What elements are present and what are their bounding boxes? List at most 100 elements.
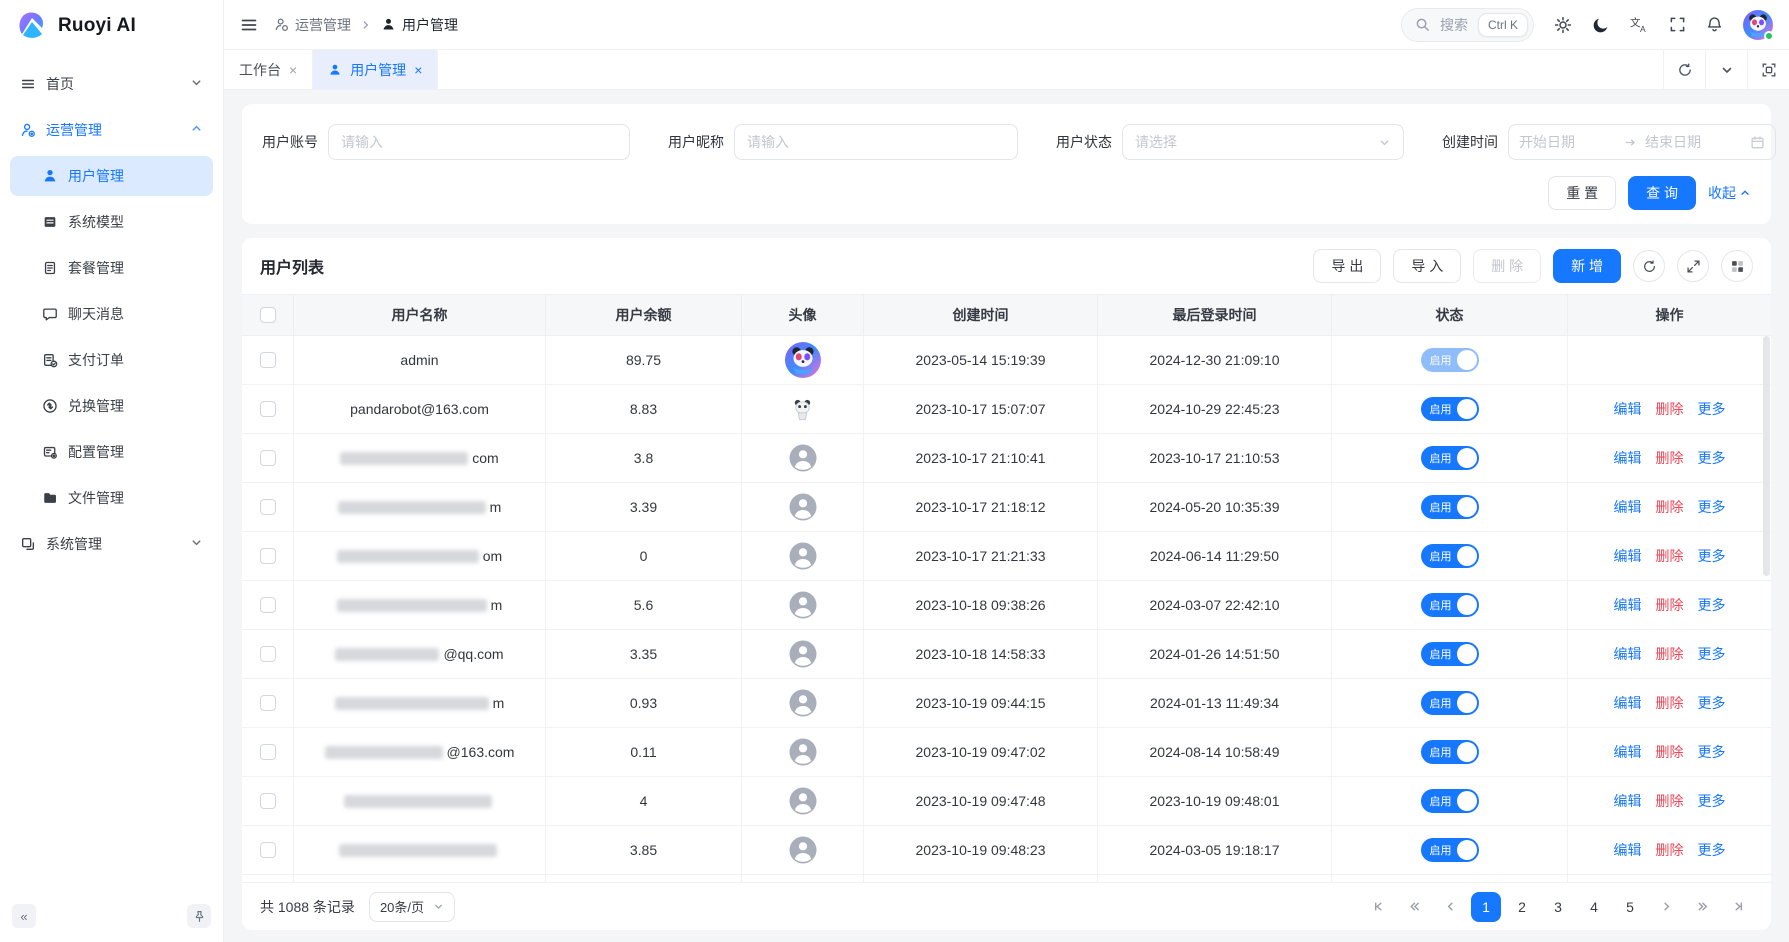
- row-checkbox[interactable]: [260, 793, 276, 809]
- edit-row-action[interactable]: 编辑: [1614, 791, 1642, 811]
- more-row-action[interactable]: 更多: [1698, 399, 1726, 419]
- status-toggle[interactable]: 启用: [1421, 495, 1479, 519]
- page-size-select[interactable]: 20条/页: [369, 892, 455, 922]
- row-checkbox[interactable]: [260, 646, 276, 662]
- scrollbar-thumb[interactable]: [1763, 336, 1770, 576]
- search-button[interactable]: 查 询: [1628, 176, 1696, 210]
- delete-row-action[interactable]: 删除: [1656, 693, 1684, 713]
- sidebar-item-system-model[interactable]: 系统模型: [10, 202, 213, 242]
- sidebar-item-user-management[interactable]: 用户管理: [10, 156, 213, 196]
- delete-row-action[interactable]: 删除: [1656, 595, 1684, 615]
- breadcrumb-item-operations[interactable]: 运营管理: [274, 15, 351, 35]
- more-row-action[interactable]: 更多: [1698, 448, 1726, 468]
- forward-five-pages-button[interactable]: [1687, 892, 1717, 922]
- notification-icon[interactable]: [1706, 16, 1723, 33]
- back-five-pages-button[interactable]: [1399, 892, 1429, 922]
- status-toggle[interactable]: 启用: [1421, 446, 1479, 470]
- more-row-action[interactable]: 更多: [1698, 497, 1726, 517]
- more-row-action[interactable]: 更多: [1698, 546, 1726, 566]
- delete-row-action[interactable]: 删除: [1656, 840, 1684, 860]
- status-toggle[interactable]: 启用: [1421, 740, 1479, 764]
- status-toggle[interactable]: 启用: [1421, 691, 1479, 715]
- status-toggle[interactable]: 启用: [1421, 397, 1479, 421]
- delete-row-action[interactable]: 删除: [1656, 644, 1684, 664]
- page-button-5[interactable]: 5: [1615, 892, 1645, 922]
- delete-button[interactable]: 删 除: [1473, 249, 1541, 283]
- row-checkbox[interactable]: [260, 401, 276, 417]
- delete-row-action[interactable]: 删除: [1656, 546, 1684, 566]
- page-button-3[interactable]: 3: [1543, 892, 1573, 922]
- refresh-table-icon[interactable]: [1633, 250, 1665, 282]
- status-toggle[interactable]: 启用: [1421, 593, 1479, 617]
- export-button[interactable]: 导 出: [1313, 249, 1381, 283]
- first-page-button[interactable]: [1363, 892, 1393, 922]
- tabs-dropdown-icon[interactable]: [1705, 50, 1747, 89]
- import-button[interactable]: 导 入: [1393, 249, 1461, 283]
- sidebar-item-file-management[interactable]: 文件管理: [10, 478, 213, 518]
- refresh-tab-icon[interactable]: [1663, 50, 1705, 89]
- last-page-button[interactable]: [1723, 892, 1753, 922]
- next-page-button[interactable]: [1651, 892, 1681, 922]
- row-checkbox[interactable]: [260, 548, 276, 564]
- fullscreen-icon[interactable]: [1669, 16, 1686, 33]
- page-button-4[interactable]: 4: [1579, 892, 1609, 922]
- more-row-action[interactable]: 更多: [1698, 840, 1726, 860]
- reset-button[interactable]: 重 置: [1548, 176, 1616, 210]
- edit-row-action[interactable]: 编辑: [1614, 644, 1642, 664]
- select-all-checkbox[interactable]: [260, 307, 276, 323]
- column-settings-icon[interactable]: [1721, 250, 1753, 282]
- row-checkbox[interactable]: [260, 842, 276, 858]
- hamburger-menu-icon[interactable]: [240, 16, 258, 34]
- edit-row-action[interactable]: 编辑: [1614, 840, 1642, 860]
- language-icon[interactable]: 文A: [1630, 15, 1649, 34]
- delete-row-action[interactable]: 删除: [1656, 497, 1684, 517]
- tab-workbench[interactable]: 工作台 ×: [224, 50, 313, 89]
- page-button-1[interactable]: 1: [1471, 892, 1501, 922]
- sidebar-item-chat-messages[interactable]: 聊天消息: [10, 294, 213, 334]
- sidebar-item-payment-orders[interactable]: 支付订单: [10, 340, 213, 380]
- global-search[interactable]: 搜索 Ctrl K: [1401, 8, 1534, 42]
- edit-row-action[interactable]: 编辑: [1614, 497, 1642, 517]
- content-fullscreen-icon[interactable]: [1747, 50, 1789, 89]
- settings-icon[interactable]: [1554, 16, 1572, 34]
- delete-row-action[interactable]: 删除: [1656, 399, 1684, 419]
- delete-row-action[interactable]: 删除: [1656, 448, 1684, 468]
- status-select[interactable]: 请选择: [1122, 124, 1404, 160]
- user-avatar[interactable]: [1743, 10, 1773, 40]
- page-button-2[interactable]: 2: [1507, 892, 1537, 922]
- account-input[interactable]: [328, 124, 630, 160]
- delete-row-action[interactable]: 删除: [1656, 791, 1684, 811]
- sidebar-item-exchange-management[interactable]: 兑换管理: [10, 386, 213, 426]
- status-toggle[interactable]: 启用: [1421, 642, 1479, 666]
- date-range-picker[interactable]: 开始日期 结束日期: [1508, 124, 1776, 160]
- more-row-action[interactable]: 更多: [1698, 693, 1726, 713]
- add-button[interactable]: 新 增: [1553, 249, 1621, 283]
- collapse-filters-link[interactable]: 收起: [1708, 183, 1751, 203]
- expand-table-icon[interactable]: [1677, 250, 1709, 282]
- row-checkbox[interactable]: [260, 450, 276, 466]
- sidebar-item-system-management[interactable]: 系统管理: [10, 524, 213, 564]
- more-row-action[interactable]: 更多: [1698, 791, 1726, 811]
- close-icon[interactable]: ×: [289, 63, 297, 77]
- edit-row-action[interactable]: 编辑: [1614, 399, 1642, 419]
- status-toggle[interactable]: 启用: [1421, 838, 1479, 862]
- more-row-action[interactable]: 更多: [1698, 742, 1726, 762]
- sidebar-item-config-management[interactable]: 配置管理: [10, 432, 213, 472]
- tab-user-management[interactable]: 用户管理 ×: [313, 50, 438, 89]
- nickname-input[interactable]: [734, 124, 1018, 160]
- close-icon[interactable]: ×: [414, 63, 422, 77]
- sidebar-item-operations[interactable]: 运营管理: [10, 110, 213, 150]
- pin-icon[interactable]: [187, 904, 211, 928]
- sidebar-item-home[interactable]: 首页: [10, 64, 213, 104]
- row-checkbox[interactable]: [260, 499, 276, 515]
- delete-row-action[interactable]: 删除: [1656, 742, 1684, 762]
- row-checkbox[interactable]: [260, 597, 276, 613]
- edit-row-action[interactable]: 编辑: [1614, 595, 1642, 615]
- status-toggle[interactable]: 启用: [1421, 348, 1479, 372]
- row-checkbox[interactable]: [260, 744, 276, 760]
- edit-row-action[interactable]: 编辑: [1614, 448, 1642, 468]
- edit-row-action[interactable]: 编辑: [1614, 546, 1642, 566]
- more-row-action[interactable]: 更多: [1698, 644, 1726, 664]
- row-checkbox[interactable]: [260, 695, 276, 711]
- sidebar-item-package-management[interactable]: 套餐管理: [10, 248, 213, 288]
